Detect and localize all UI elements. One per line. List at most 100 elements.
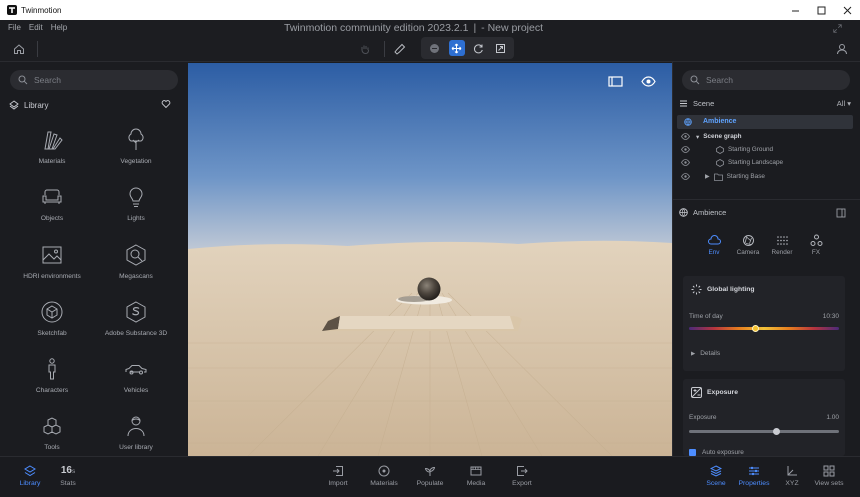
scene-search-placeholder: Search bbox=[706, 75, 733, 85]
bottom-label: Stats bbox=[60, 480, 76, 487]
library-item-label: Objects bbox=[40, 215, 64, 223]
layout-toggle-button[interactable] bbox=[606, 72, 624, 90]
bottom-properties-button[interactable]: Properties bbox=[734, 465, 774, 487]
bottom-label: Library bbox=[19, 480, 41, 487]
sliders-icon bbox=[749, 466, 759, 476]
exposure-value: 1.00 bbox=[826, 414, 839, 421]
collapse-panel-icon[interactable] bbox=[836, 208, 846, 218]
library-item-objects[interactable]: Objects bbox=[10, 179, 94, 236]
bottom-scene-button[interactable]: Scene bbox=[696, 465, 736, 487]
expand-button[interactable] bbox=[831, 22, 843, 34]
scene-item-label: Ambience bbox=[703, 118, 737, 125]
eye-icon[interactable] bbox=[681, 132, 690, 141]
details-toggle[interactable]: ▶ Details bbox=[691, 350, 720, 357]
megascans-icon bbox=[126, 244, 146, 266]
library-panel: Search Library Materials Vegetation Obje… bbox=[0, 62, 188, 456]
auto-exposure-label: Auto exposure bbox=[702, 449, 744, 456]
header-divider bbox=[37, 41, 38, 57]
eye-icon[interactable] bbox=[681, 145, 690, 154]
tab-fx[interactable]: FX bbox=[801, 234, 831, 256]
expand-arrow-icon[interactable]: ▾ bbox=[696, 133, 699, 141]
rotate-tool-button[interactable] bbox=[470, 40, 486, 56]
account-button[interactable] bbox=[835, 42, 849, 56]
bottom-label: Properties bbox=[738, 480, 770, 487]
library-icon bbox=[9, 100, 19, 110]
maximize-button[interactable] bbox=[808, 0, 834, 20]
time-of-day-knob[interactable] bbox=[751, 325, 759, 332]
scene-tree-item-starting-ground[interactable]: Starting Ground bbox=[681, 143, 851, 156]
select-tool-button[interactable] bbox=[427, 40, 443, 56]
library-item-hdri-environments[interactable]: HDRI environments bbox=[10, 237, 94, 294]
eye-icon[interactable] bbox=[681, 158, 690, 167]
menu-help[interactable]: Help bbox=[51, 23, 67, 32]
bottom-export-button[interactable]: Export bbox=[502, 465, 542, 487]
library-item-megascans[interactable]: Megascans bbox=[94, 237, 178, 294]
library-search-input[interactable]: Search bbox=[10, 70, 178, 90]
global-lighting-header: Global lighting bbox=[691, 284, 755, 295]
bottom-import-button[interactable]: Import bbox=[318, 465, 358, 487]
tab-env[interactable]: Env bbox=[699, 234, 729, 256]
dots-grid-icon bbox=[776, 236, 788, 245]
properties-title: Ambience bbox=[693, 208, 727, 217]
move-tool-button[interactable] bbox=[448, 40, 465, 56]
library-header: Library bbox=[9, 100, 179, 110]
select-icon bbox=[430, 43, 440, 53]
project-name: - New project bbox=[481, 22, 544, 34]
eye-icon[interactable] bbox=[681, 172, 690, 181]
bottom-library-button[interactable]: Library bbox=[10, 465, 50, 487]
bottom-label: XYZ bbox=[785, 480, 799, 487]
bottom-view-sets-button[interactable]: View sets bbox=[809, 465, 849, 487]
library-item-sketchfab[interactable]: Sketchfab bbox=[10, 294, 94, 351]
auto-exposure-checkbox[interactable]: Auto exposure bbox=[689, 449, 744, 456]
pipette-icon bbox=[394, 43, 406, 55]
exposure-icon bbox=[691, 387, 702, 398]
visibility-button[interactable] bbox=[639, 72, 657, 90]
3d-viewport[interactable] bbox=[188, 63, 672, 456]
paint-tool-button[interactable] bbox=[393, 42, 407, 56]
close-button[interactable] bbox=[834, 0, 860, 20]
checkbox-checked-icon[interactable] bbox=[689, 449, 696, 456]
library-item-lights[interactable]: Lights bbox=[94, 179, 178, 236]
stats-value: 16 bbox=[60, 465, 72, 476]
app-header: File Edit Help Twinmotion community edit… bbox=[0, 20, 860, 62]
list-icon bbox=[680, 100, 687, 107]
bottom-populate-button[interactable]: Populate bbox=[410, 465, 450, 487]
library-item-adobe-substance-3d[interactable]: Adobe Substance 3D bbox=[94, 294, 178, 351]
scene-filter-dropdown[interactable]: All ▾ bbox=[837, 99, 851, 108]
bottom-stats-button[interactable]: 16s Stats bbox=[48, 465, 88, 487]
transform-toolbar bbox=[421, 37, 514, 59]
scene-tree-item-starting-landscape[interactable]: Starting Landscape bbox=[681, 156, 851, 169]
car-icon bbox=[125, 365, 147, 375]
scene-header: Scene All ▾ bbox=[679, 99, 851, 108]
library-item-characters[interactable]: Characters bbox=[10, 351, 94, 408]
scene-properties-panel: Search Scene All ▾ Ambience ▾ Scene grap… bbox=[672, 62, 860, 456]
library-item-vehicles[interactable]: Vehicles bbox=[94, 351, 178, 408]
scene-tree-item-starting-base[interactable]: ▶ Starting Base bbox=[681, 170, 851, 183]
menu-edit[interactable]: Edit bbox=[29, 23, 43, 32]
tab-camera[interactable]: Camera bbox=[733, 234, 763, 256]
time-of-day-slider[interactable] bbox=[689, 327, 839, 330]
scene-search-input[interactable]: Search bbox=[682, 70, 850, 90]
scene-item-ambience[interactable]: Ambience bbox=[677, 115, 853, 129]
tab-render[interactable]: Render bbox=[767, 234, 797, 256]
library-item-materials[interactable]: Materials bbox=[10, 122, 94, 179]
scene-tree-item-scene-graph[interactable]: ▾ Scene graph bbox=[681, 130, 851, 143]
time-of-day-value: 10:30 bbox=[822, 313, 839, 320]
library-item-vegetation[interactable]: Vegetation bbox=[94, 122, 178, 179]
minimize-button[interactable] bbox=[782, 0, 808, 20]
bottom-media-button[interactable]: Media bbox=[456, 465, 496, 487]
menu-file[interactable]: File bbox=[8, 23, 21, 32]
expand-arrow-icon[interactable]: ▶ bbox=[705, 173, 710, 180]
bottom-materials-button[interactable]: Materials bbox=[364, 465, 404, 487]
app-title-text: Twinmotion community edition 2023.2.1 bbox=[284, 22, 469, 34]
exposure-knob[interactable] bbox=[772, 428, 780, 435]
search-icon bbox=[690, 75, 700, 85]
hand-tool-button[interactable] bbox=[358, 42, 372, 56]
home-button[interactable] bbox=[12, 42, 26, 56]
tree-label: Scene graph bbox=[703, 133, 742, 140]
bottom-xyz-button[interactable]: XYZ bbox=[772, 465, 812, 487]
exposure-slider[interactable] bbox=[689, 430, 839, 433]
scale-tool-button[interactable] bbox=[492, 40, 508, 56]
favorites-heart-icon[interactable] bbox=[161, 99, 171, 109]
library-grid: Materials Vegetation Objects Lights HDRI… bbox=[10, 122, 178, 466]
